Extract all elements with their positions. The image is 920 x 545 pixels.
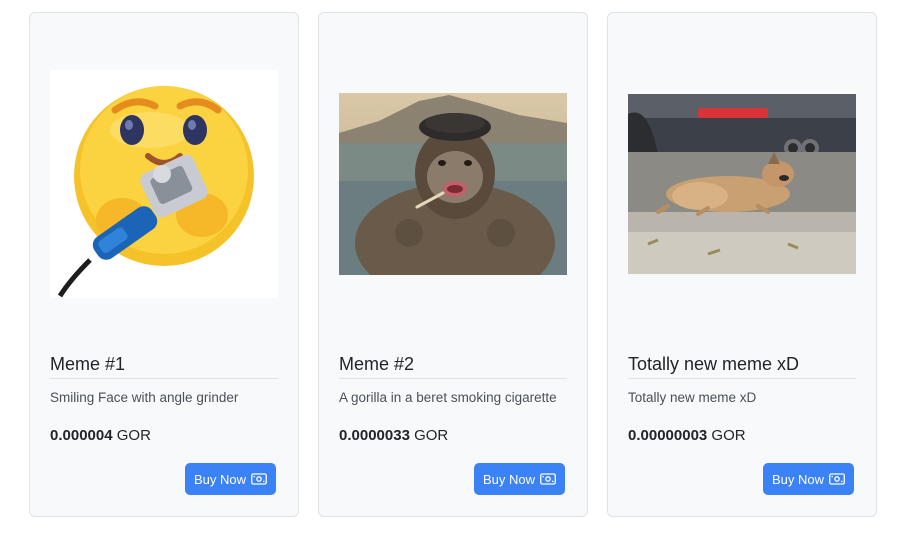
dog-under-car-image	[628, 94, 856, 274]
price-value: 0.0000033	[339, 427, 410, 444]
card-title: Meme #2	[339, 353, 567, 379]
card-price: 0.0000033 GOR	[339, 427, 448, 445]
card-description: Smiling Face with angle grinder	[50, 390, 239, 405]
buy-now-button[interactable]: Buy Now	[762, 463, 854, 495]
cash-icon	[251, 473, 267, 485]
card-description: A gorilla in a beret smoking cigarette	[339, 390, 557, 405]
buy-now-label: Buy Now	[771, 471, 824, 487]
cash-icon	[540, 473, 556, 485]
product-card: Meme #2 A gorilla in a beret smoking cig…	[318, 12, 588, 517]
price-value: 0.000004	[50, 427, 113, 444]
card-price: 0.000004 GOR	[50, 427, 151, 445]
price-currency: GOR	[116, 427, 151, 444]
meme-image	[628, 70, 856, 298]
meme-image	[339, 70, 567, 298]
card-description: Totally new meme xD	[628, 390, 757, 405]
price-currency: GOR	[414, 427, 449, 444]
buy-now-label: Buy Now	[482, 471, 535, 487]
product-card: Totally new meme xD Totally new meme xD …	[607, 12, 877, 517]
price-value: 0.00000003	[628, 427, 708, 444]
card-price: 0.00000003 GOR	[628, 427, 746, 445]
price-currency: GOR	[711, 427, 746, 444]
buy-now-label: Buy Now	[193, 471, 246, 487]
product-card: Meme #1 Smiling Face with angle grinder …	[29, 12, 299, 517]
card-title: Totally new meme xD	[628, 353, 856, 379]
buy-now-button[interactable]: Buy Now	[184, 463, 276, 495]
gorilla-beret-image	[339, 93, 567, 275]
smiling-face-grinder-image	[50, 70, 278, 298]
card-title: Meme #1	[50, 353, 278, 379]
meme-image	[50, 70, 278, 298]
buy-now-button[interactable]: Buy Now	[473, 463, 565, 495]
cash-icon	[829, 473, 845, 485]
